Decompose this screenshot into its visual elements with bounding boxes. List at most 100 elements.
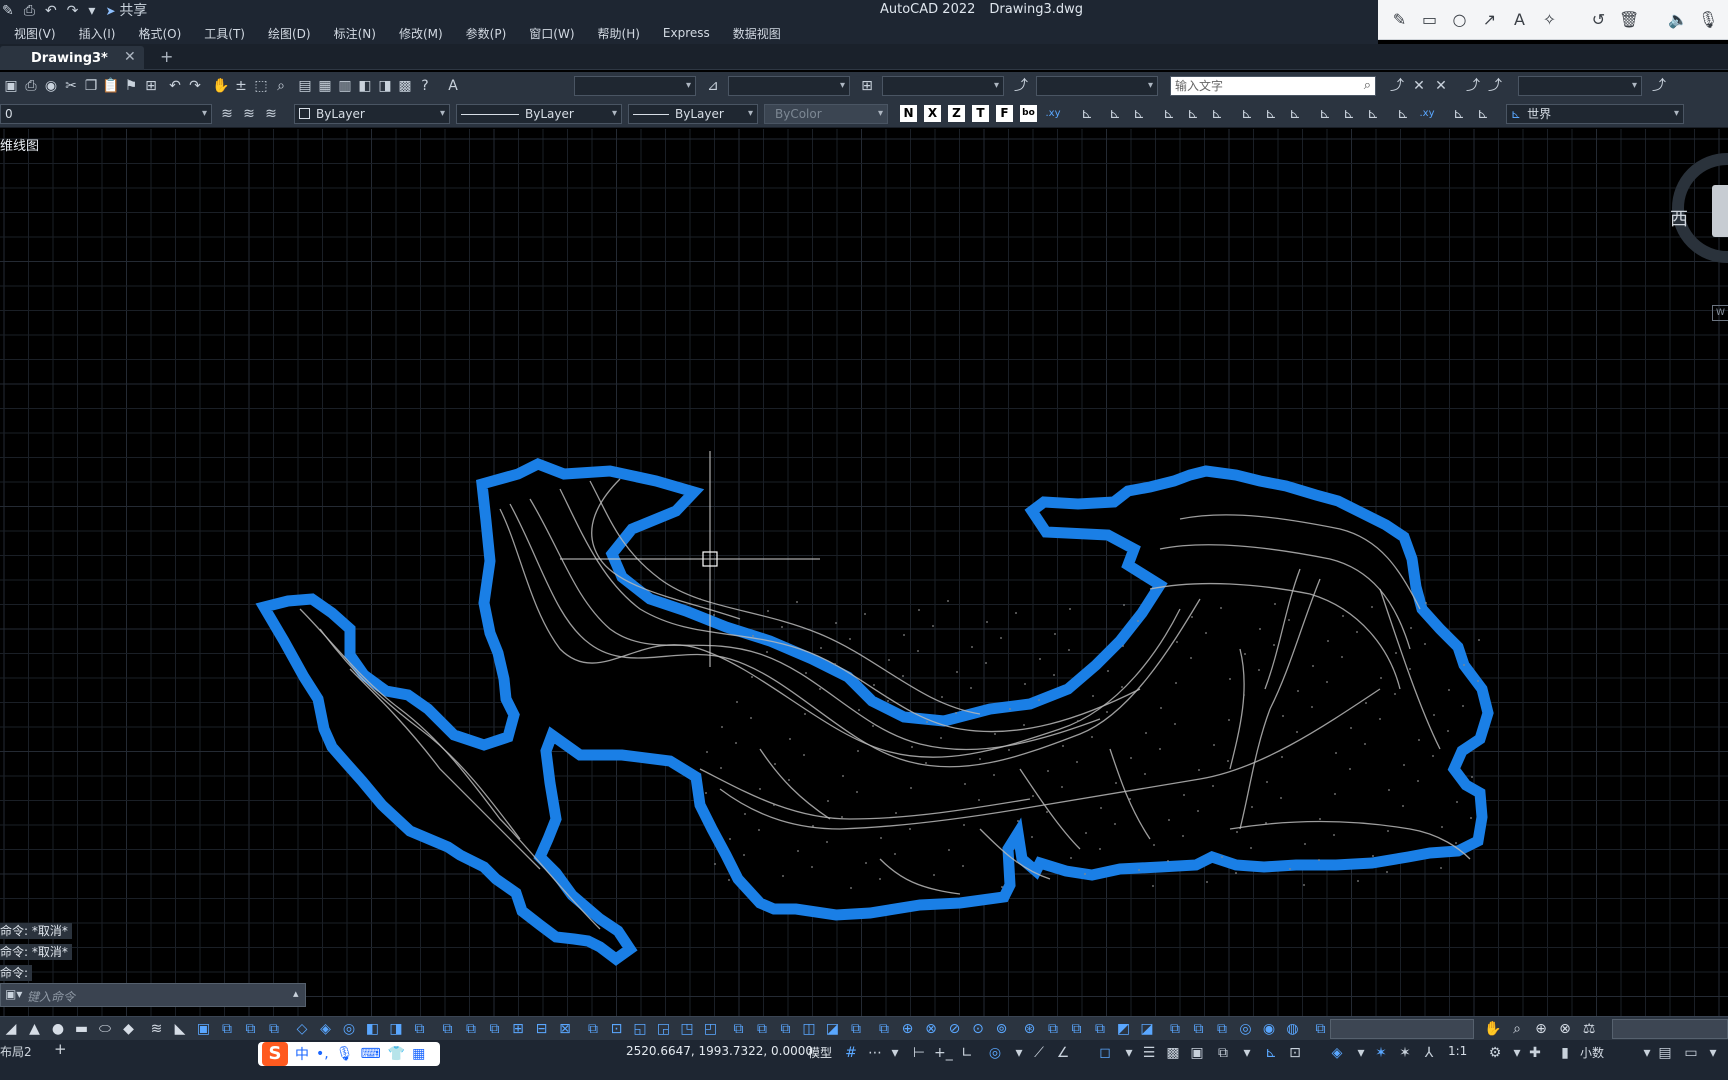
menu-view[interactable]: 视图(V) [14,25,56,42]
ucs-origin-icon[interactable]: ⊾ [1238,105,1256,123]
modeling-tool-icon[interactable]: ◫ [800,1020,818,1038]
color-dropdown[interactable]: ByLayer ▾ [294,104,450,124]
circle-icon[interactable]: ○ [1450,10,1469,29]
modeling-tool-icon[interactable]: ◰ [702,1020,720,1038]
multileader-style-icon[interactable]: ⤴ [1012,77,1030,95]
modeling-tool-icon[interactable]: ⧉ [265,1020,283,1038]
modeling-tool-icon[interactable]: ◱ [631,1020,649,1038]
units-dropdown-icon[interactable]: ▾ [1638,1044,1656,1062]
dim-style-icon[interactable]: ⊿ [704,77,722,95]
style-z-button[interactable]: Z [948,105,965,122]
add-leader-icon[interactable]: ✕ [1410,77,1428,95]
modeling-tool-icon[interactable]: ⧉ [777,1020,795,1038]
leader-icon[interactable]: ⤴ [1388,77,1406,95]
search-icon[interactable]: ⌕ [1364,77,1371,95]
modeling-tool-icon[interactable]: ◲ [655,1020,673,1038]
modeling-tool-icon[interactable]: ⧉ [439,1020,457,1038]
modeling-tool-icon[interactable]: ⧉ [1044,1020,1062,1038]
layer-properties-icon[interactable]: ≋ [218,105,236,123]
ime-punctuation-icon[interactable]: •, [316,1046,329,1062]
ucs-settings-icon[interactable]: ⊾ [1474,105,1492,123]
workspace-dropdown-icon[interactable]: ▾ [1508,1044,1526,1062]
command-input[interactable]: ▣▾ 键入命令 ▴ [0,983,306,1007]
table-style-dropdown[interactable]: ▾ [882,76,1004,96]
publish-icon[interactable]: ◉ [42,77,60,95]
xy-filter-icon[interactable]: .xy [1044,105,1062,123]
modeling-tool-icon[interactable]: ⊙ [969,1020,987,1038]
arrow-icon[interactable]: ↗ [1480,10,1499,29]
zoom-window-icon[interactable]: ⬚ [252,77,270,95]
selection-cycling-icon[interactable]: ▣ [1188,1044,1206,1062]
properties-icon[interactable]: ▤ [296,77,314,95]
bottom-dropdown-2[interactable] [1612,1019,1728,1039]
modeling-tool-icon[interactable]: ◎ [340,1020,358,1038]
collect-leader-icon[interactable]: ⤴ [1486,77,1504,95]
viewport-label[interactable]: 维线图 [0,135,39,154]
tab-drawing3[interactable]: Drawing3* ✕ [0,46,144,70]
menu-help[interactable]: 帮助(H) [598,25,640,42]
ucs-zaxis-icon[interactable]: ⊾ [1262,105,1280,123]
modeling-tool-icon[interactable]: ◪ [824,1020,842,1038]
modeling-tool-icon[interactable]: ⧉ [584,1020,602,1038]
zoom-realtime-icon[interactable]: ± [232,77,250,95]
style-bo-button[interactable]: bo [1020,105,1037,122]
modeling-tool-icon[interactable]: ◆ [120,1020,138,1038]
ucs-icon[interactable]: ⊾ [1078,105,1096,123]
ucs-y-icon[interactable]: ⊾ [1340,105,1358,123]
new-tab-button[interactable]: + [160,47,173,66]
dynamic-ucs-icon[interactable]: ▾ [1238,1044,1256,1062]
modeling-tool-icon[interactable]: ⊠ [556,1020,574,1038]
model-space-button[interactable]: 模型 [808,1044,832,1061]
layer-dropdown[interactable]: 0 ▾ [0,104,212,124]
modeling-tool-icon[interactable]: ⧉ [1190,1020,1208,1038]
text-icon[interactable]: A [1510,10,1529,29]
menu-parametric[interactable]: 参数(P) [466,25,507,42]
ucs-previous-icon[interactable]: ⊾ [1130,105,1148,123]
modeling-tool-icon[interactable]: ⊗ [922,1020,940,1038]
ucs-x-icon[interactable]: ⊾ [1316,105,1334,123]
modeling-tool-icon[interactable]: ◩ [1115,1020,1133,1038]
modeling-tool-icon[interactable]: ⧉ [218,1020,236,1038]
dynamic-input-icon[interactable]: +_ [934,1044,953,1062]
print-icon[interactable]: ⎙ [22,77,40,95]
ucs-world-icon[interactable]: ⊾ [1106,105,1124,123]
paste-icon[interactable]: 📋 [102,77,120,95]
speaker-icon[interactable]: 🔈 [1668,10,1688,29]
modeling-tool-icon[interactable]: ⧉ [875,1020,893,1038]
cut-icon[interactable]: ✂ [62,77,80,95]
modeling-tool-icon[interactable]: ◧ [364,1020,382,1038]
modeling-tool-icon[interactable]: ▬ [73,1020,91,1038]
modeling-tool-icon[interactable]: ▣ [195,1020,213,1038]
layout-tab[interactable]: 布局2 [0,1043,32,1060]
isodraft-icon[interactable]: ⟋ [1030,1044,1048,1062]
ortho-icon[interactable]: ∟ [958,1044,976,1062]
infer-constraints-icon[interactable]: ⊢ [910,1044,928,1062]
text-style-dropdown[interactable]: ▾ [574,76,696,96]
annotation-plus-icon[interactable]: ✚ [1526,1044,1544,1062]
modeling-tool-icon[interactable]: ⧉ [1312,1020,1330,1038]
ucs-view-icon[interactable]: ⊾ [1208,105,1226,123]
grid-icon[interactable]: # [842,1044,860,1062]
layer-previous-icon[interactable]: ≋ [262,105,280,123]
redo-icon[interactable]: ↷ [67,0,79,22]
modeling-tool-icon[interactable]: ⊡ [608,1020,626,1038]
calculator-icon[interactable]: ▩ [396,77,414,95]
modeling-tool-icon[interactable]: ⧉ [462,1020,480,1038]
ime-toolbox-icon[interactable]: ▦ [412,1046,425,1062]
modeling-tool-icon[interactable]: ◳ [678,1020,696,1038]
table-style-icon[interactable]: ⊞ [858,77,876,95]
xy-icon[interactable]: .xy [1418,105,1436,123]
modeling-tool-icon[interactable]: ⧉ [1213,1020,1231,1038]
menu-insert[interactable]: 插入(I) [79,25,116,42]
command-history-toggle-icon[interactable]: ▴ [293,987,299,1000]
align-leader-icon[interactable]: ⤴ [1464,77,1482,95]
ime-keyboard-icon[interactable]: ⌨ [361,1046,381,1062]
menu-window[interactable]: 窗口(W) [529,25,574,42]
modeling-tool-icon[interactable]: ⧉ [486,1020,504,1038]
make-current-layer-icon[interactable]: ≋ [240,105,258,123]
annotation-scale-value[interactable]: 1:1 [1448,1044,1467,1058]
annotation-scale-icon[interactable]: ⅄ [1420,1044,1438,1062]
search-input[interactable]: 输入文字 ⌕ [1170,76,1376,96]
close-icon[interactable]: ✕ [124,49,136,65]
style-x-button[interactable]: X [924,105,941,122]
